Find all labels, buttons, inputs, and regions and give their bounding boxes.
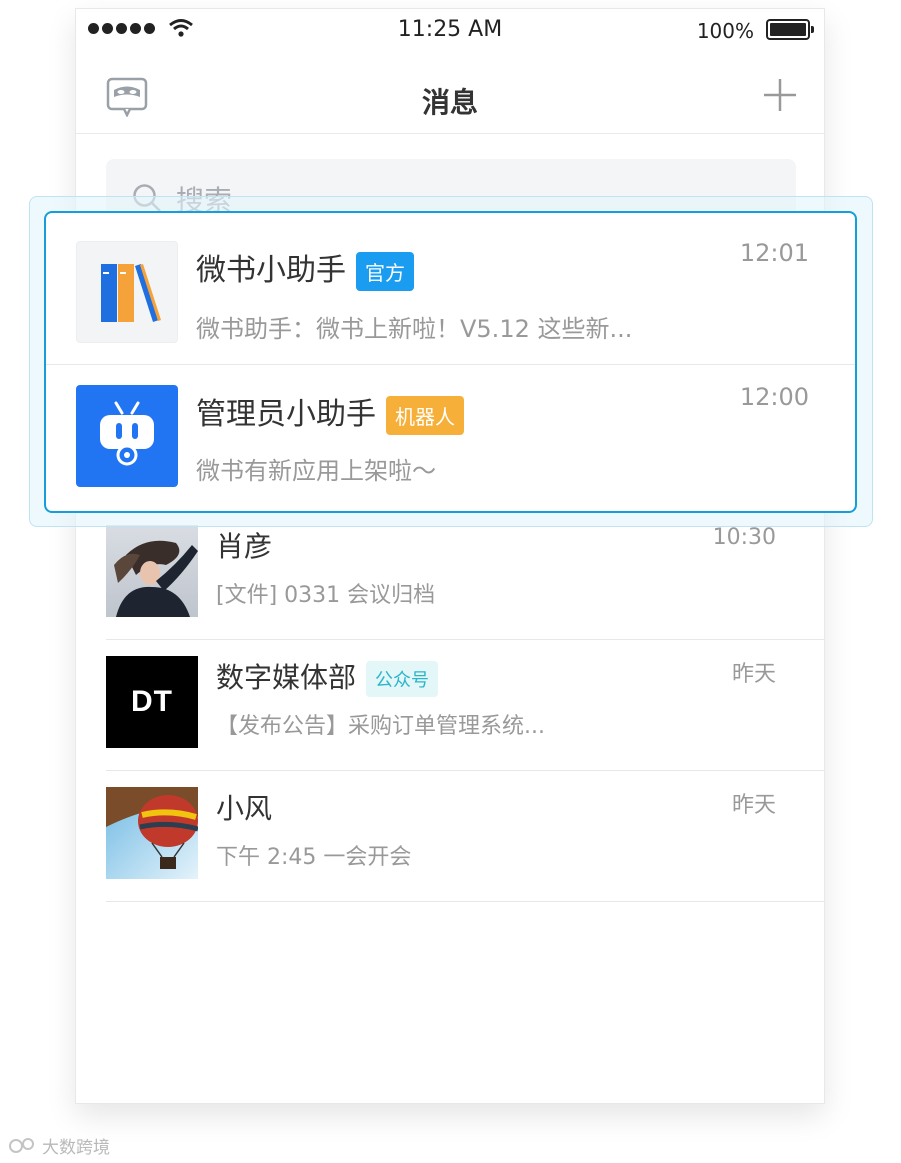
contact-name: 肖彦	[216, 530, 273, 563]
avatar	[76, 241, 178, 343]
avatar	[106, 525, 198, 617]
official-badge: 官方	[356, 252, 414, 291]
message-time: 昨天	[731, 793, 776, 818]
watermark: 大数跨境	[8, 1133, 110, 1158]
avatar-text: DT	[131, 685, 173, 718]
message-time: 昨天	[731, 662, 776, 687]
message-preview: 微书助手：微书上新啦！V5.12 这些新...	[196, 315, 633, 343]
list-item[interactable]: 管理员小助手 机器人 微书有新应用上架啦～ 12:00	[46, 365, 855, 511]
message-preview: 下午 2:45 一会开会	[216, 845, 412, 870]
list-item[interactable]: 小风 下午 2:45 一会开会 昨天	[106, 771, 824, 902]
battery-percentage: 100%	[696, 19, 754, 43]
avatar	[76, 385, 178, 487]
status-bar: 11:25 AM 100%	[76, 9, 824, 51]
watermark-text: 大数跨境	[42, 1138, 110, 1158]
message-preview: 【发布公告】采购订单管理系统...	[216, 714, 545, 739]
contact-name-text: 微书小助手	[196, 253, 346, 288]
robot-icon	[100, 401, 154, 466]
contact-name: 管理员小助手 机器人	[196, 389, 464, 435]
add-icon[interactable]	[762, 77, 798, 113]
contact-name-text: 管理员小助手	[196, 397, 376, 432]
message-time: 12:00	[739, 383, 809, 411]
public-account-badge: 公众号	[366, 661, 439, 697]
contact-name: 小风	[216, 792, 273, 825]
list-item[interactable]: 微书小助手 官方 微书助手：微书上新啦！V5.12 这些新... 12:01	[46, 213, 855, 365]
phone-frame: 11:25 AM 100% 消息 搜索	[75, 8, 825, 1104]
contact-name: 微书小助手 官方	[196, 245, 414, 291]
contact-name: 数字媒体部 公众号	[216, 656, 439, 697]
robot-badge: 机器人	[386, 396, 464, 435]
message-preview: [文件] 0331 会议归档	[216, 583, 436, 608]
page-title: 消息	[421, 86, 478, 119]
highlighted-conversations: 微书小助手 官方 微书助手：微书上新啦！V5.12 这些新... 12:01 管理…	[44, 211, 857, 513]
watermark-logo-icon	[9, 1137, 34, 1153]
message-preview: 微书有新应用上架啦～	[196, 457, 436, 485]
books-icon	[101, 264, 161, 322]
contact-name-text: 数字媒体部	[216, 661, 357, 694]
nav-bar: 消息	[76, 59, 824, 134]
avatar: DT	[106, 656, 198, 748]
list-item[interactable]: 肖彦 [文件] 0331 会议归档 10:30	[106, 509, 824, 640]
message-time: 12:01	[739, 239, 809, 267]
list-item[interactable]: DT 数字媒体部 公众号 【发布公告】采购订单管理系统... 昨天	[106, 640, 824, 771]
message-time: 10:30	[712, 525, 776, 550]
battery-icon	[766, 19, 814, 40]
avatar	[106, 787, 198, 879]
screen: 11:25 AM 100% 消息 搜索	[0, 0, 901, 1163]
